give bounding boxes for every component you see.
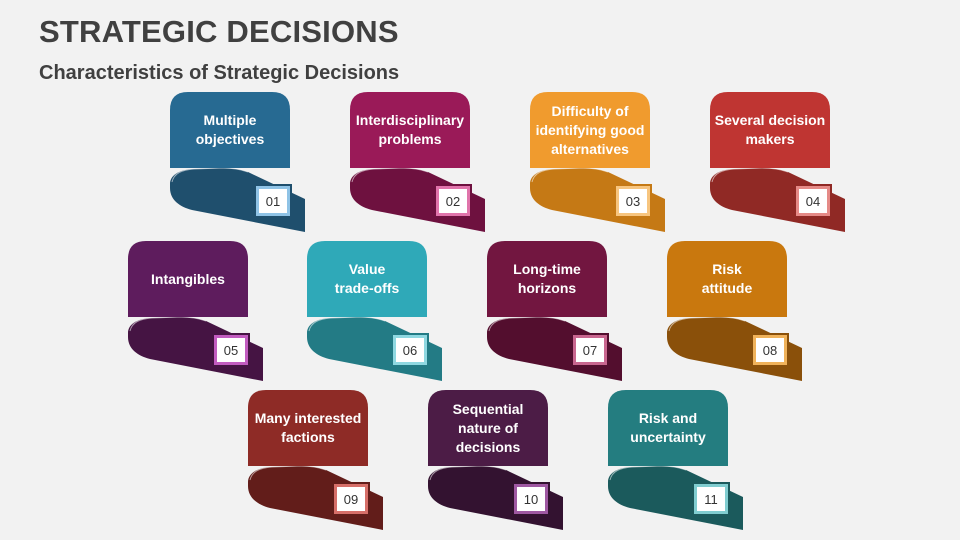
characteristic-card: Long-time horizons 07 [487,241,627,381]
number-badge: 03 [616,186,650,216]
characteristic-card: Interdisciplinary problems 02 [350,92,490,232]
characteristic-label: Interdisciplinary problems [355,112,465,147]
number-badge: 11 [694,484,728,514]
number-badge: 07 [573,335,607,365]
page-title: STRATEGIC DECISIONS [39,14,399,49]
characteristic-label: Multiple objectives [195,112,265,147]
characteristic-card: Difficulty of identifying good alternati… [530,92,670,232]
characteristic-card: Value trade-offs 06 [307,241,447,381]
number-badge: 08 [753,335,787,365]
characteristic-label: Difficulty of identifying good alternati… [535,102,645,157]
page-subtitle: Characteristics of Strategic Decisions [39,62,400,84]
number-badge: 01 [256,186,290,216]
characteristic-card: Many interested factions 09 [248,390,388,530]
number-badge: 02 [436,186,470,216]
characteristic-card: Multiple objectives 01 [170,92,310,232]
number-badge: 06 [393,335,427,365]
number-badge: 05 [214,335,248,365]
number-badge: 10 [514,484,548,514]
characteristic-label: Sequential nature of decisions [452,400,524,455]
characteristic-label: Intangibles [151,270,225,287]
characteristic-card: Sequential nature of decisions 10 [428,390,568,530]
characteristic-label: Risk attitude [701,261,753,296]
number-badge: 09 [334,484,368,514]
number-badge: 04 [796,186,830,216]
characteristic-card: Risk attitude 08 [667,241,807,381]
characteristic-label: Several decision makers [714,112,826,147]
characteristic-card: Several decision makers 04 [710,92,850,232]
characteristic-label: Many interested factions [254,410,362,445]
characteristic-card: Intangibles 05 [128,241,268,381]
characteristic-card: Risk and uncertainty 11 [608,390,748,530]
characteristic-label: Risk and uncertainty [630,410,706,445]
characteristic-label: Value trade-offs [334,261,400,296]
characteristic-label: Long-time horizons [513,261,581,296]
